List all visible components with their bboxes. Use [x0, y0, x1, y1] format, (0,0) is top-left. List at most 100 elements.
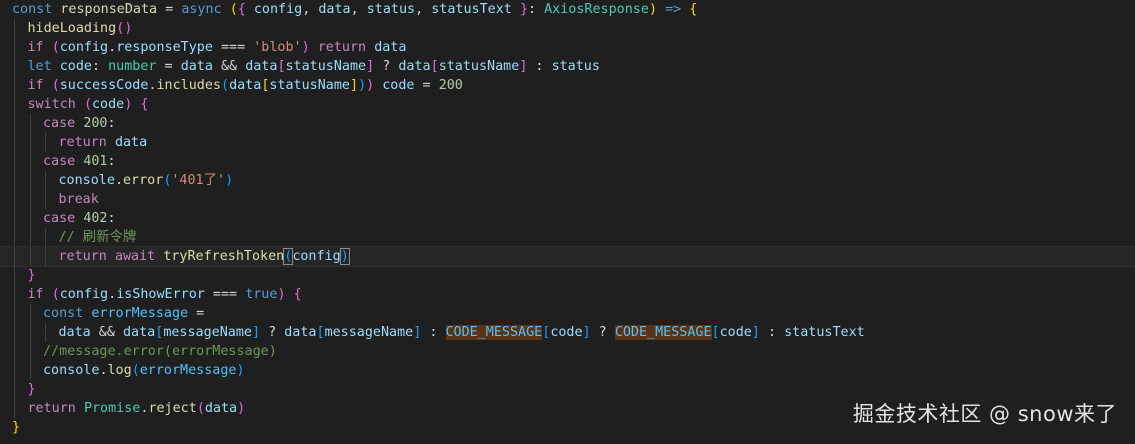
- code-token: {: [293, 287, 302, 302]
- code-token: data: [180, 59, 213, 74]
- indent-guide: [29, 114, 31, 133]
- code-line-21[interactable]: }: [0, 380, 1135, 399]
- code-token: &&: [90, 325, 123, 340]
- indent-guide: [29, 171, 31, 190]
- code-token: config: [292, 249, 341, 264]
- code-token: 'blob': [253, 40, 302, 55]
- code-line-10[interactable]: console.error('401了'): [0, 171, 1135, 190]
- code-token: '401了': [171, 173, 226, 188]
- code-token: 200: [438, 78, 463, 93]
- code-line-15[interactable]: }: [0, 266, 1135, 285]
- code-line-18[interactable]: data && data[messageName] ? data[message…: [0, 323, 1135, 342]
- code-token: ): [236, 363, 245, 378]
- code-token: ): [366, 78, 375, 93]
- indent-guide: [45, 133, 46, 152]
- code-token: return: [58, 135, 107, 150]
- watermark: 掘金技术社区 @ snow来了: [852, 402, 1117, 426]
- code-token: switch: [27, 97, 76, 112]
- indent-guide: [14, 247, 15, 266]
- code-line-4[interactable]: let code: number = data && data[statusNa…: [0, 57, 1135, 76]
- code-lines: const responseData = async ({ config, da…: [0, 0, 1135, 437]
- code-token: console: [58, 173, 115, 188]
- code-token: (: [51, 78, 60, 93]
- code-token: ]: [366, 59, 375, 74]
- code-token: (: [51, 40, 60, 55]
- code-line-8[interactable]: return data: [0, 133, 1135, 152]
- code-line-12[interactable]: case 402:: [0, 209, 1135, 228]
- code-token: case: [43, 116, 76, 131]
- code-token: statusText: [784, 325, 865, 340]
- code-line-7[interactable]: case 200:: [0, 114, 1135, 133]
- code-token: ): [225, 173, 234, 188]
- code-token: ,: [302, 2, 319, 17]
- indent-guide: [29, 247, 31, 266]
- code-token: data: [374, 40, 407, 55]
- indent-guide: [45, 247, 46, 266]
- code-token: data: [229, 78, 262, 93]
- code-token: log: [107, 363, 132, 378]
- code-token: hideLoading: [27, 21, 117, 36]
- code-token: (: [196, 401, 205, 416]
- code-token: }: [27, 382, 36, 397]
- code-line-3[interactable]: if (config.responseType === 'blob') retu…: [0, 38, 1135, 57]
- code-line-19[interactable]: //message.error(errorMessage): [0, 342, 1135, 361]
- code-token: 401: [83, 154, 108, 169]
- code-token: data: [58, 325, 91, 340]
- code-line-16[interactable]: if (config.isShowError === true) {: [0, 285, 1135, 304]
- code-token: =: [157, 2, 182, 17]
- code-line-13[interactable]: // 刷新令牌: [0, 228, 1135, 247]
- code-line-5[interactable]: if (successCode.includes(data[statusName…: [0, 76, 1135, 95]
- code-token: messageName: [163, 325, 252, 340]
- indent-guide: [29, 209, 31, 228]
- code-line-11[interactable]: break: [0, 190, 1135, 209]
- code-line-9[interactable]: case 401:: [0, 152, 1135, 171]
- code-token: :: [107, 154, 116, 169]
- code-token: =>: [665, 2, 682, 17]
- indent-guide: [29, 152, 31, 171]
- code-token: :: [107, 211, 116, 226]
- code-token: if: [27, 78, 44, 93]
- code-token: }: [27, 268, 36, 283]
- code-token: data: [284, 325, 317, 340]
- indent-guide: [45, 171, 46, 190]
- code-token: AxiosResponse: [544, 2, 649, 17]
- code-token: statusText: [431, 2, 512, 17]
- code-token: [: [711, 325, 720, 340]
- code-token: config: [59, 40, 109, 55]
- code-token: :: [421, 325, 446, 340]
- indent-guide: [14, 95, 15, 114]
- code-token: data: [245, 59, 278, 74]
- code-token: ===: [204, 287, 246, 302]
- code-token: ): [277, 287, 286, 302]
- code-line-1[interactable]: const responseData = async ({ config, da…: [0, 0, 1135, 19]
- code-token: {: [140, 97, 149, 112]
- code-line-14[interactable]: return await tryRefreshToken(config): [0, 246, 1135, 267]
- indent-guide: [14, 133, 15, 152]
- code-editor[interactable]: const responseData = async ({ config, da…: [0, 0, 1135, 444]
- code-token: 200: [83, 116, 108, 131]
- indent-guide: [14, 19, 15, 38]
- code-line-6[interactable]: switch (code) {: [0, 95, 1135, 114]
- code-line-17[interactable]: const errorMessage =: [0, 304, 1135, 323]
- code-token: code: [382, 78, 415, 93]
- code-token: return: [58, 249, 107, 264]
- code-token: isShowError: [116, 287, 205, 302]
- code-token: (: [51, 287, 60, 302]
- code-token: CODE_MESSAGE: [445, 325, 543, 340]
- code-token: ]: [582, 325, 591, 340]
- code-token: Promise: [83, 401, 141, 416]
- code-token: (): [116, 21, 133, 36]
- indent-guide: [29, 133, 31, 152]
- code-line-20[interactable]: console.log(errorMessage): [0, 361, 1135, 380]
- code-token: ): [301, 40, 310, 55]
- code-line-2[interactable]: hideLoading(): [0, 19, 1135, 38]
- code-token: responseType: [116, 40, 213, 55]
